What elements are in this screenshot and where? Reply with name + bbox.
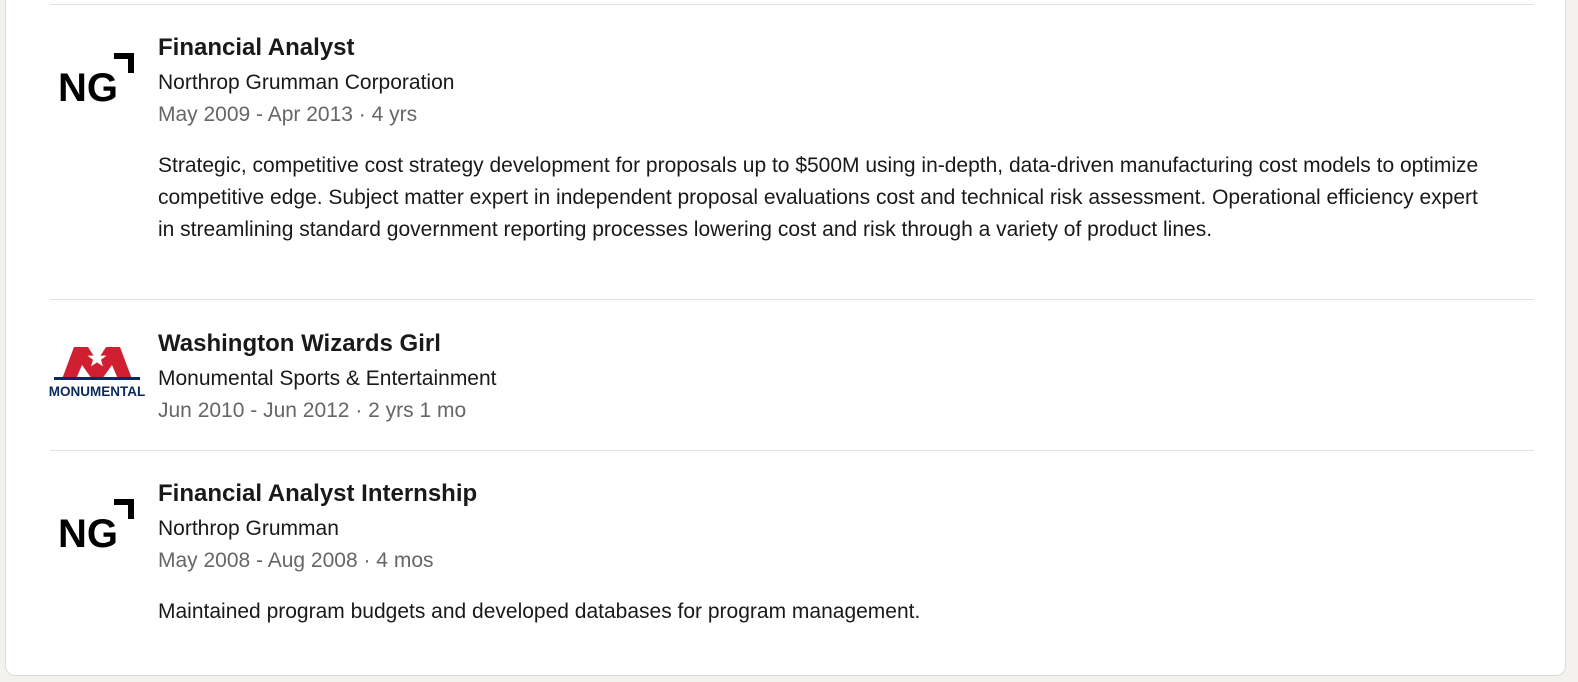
date-range: May 2009 - Apr 2013 · 4 yrs <box>158 103 418 126</box>
date-range: Jun 2010 - Jun 2012 · 2 yrs 1 mo <box>158 399 467 422</box>
job-title[interactable]: Financial Analyst Internship <box>158 479 1498 509</box>
ng-logo-icon: NG <box>58 53 134 110</box>
experience-card: NG Financial Analyst Northrop Grumman Co… <box>5 0 1566 676</box>
company-name: Northrop Grumman Corporation <box>158 71 455 94</box>
northrop-grumman-logo[interactable]: NG <box>48 53 146 113</box>
monumental-logo[interactable]: MONUMENTAL <box>48 343 146 403</box>
ng-logo-icon: NG <box>58 499 134 556</box>
job-description: Maintained program budgets and developed… <box>158 600 921 623</box>
svg-text:NG: NG <box>58 66 118 110</box>
job-title[interactable]: Financial Analyst <box>158 33 1498 63</box>
svg-text:NG: NG <box>58 512 118 556</box>
job-title[interactable]: Washington Wizards Girl <box>158 329 1498 359</box>
divider <box>50 299 1534 300</box>
svg-text:MONUMENTAL: MONUMENTAL <box>49 384 145 399</box>
date-range: May 2008 - Aug 2008 · 4 mos <box>158 549 434 572</box>
divider <box>50 450 1534 451</box>
experience-text: Financial Analyst Internship Northrop Gr… <box>158 479 1498 628</box>
experience-text: Financial Analyst Northrop Grumman Corpo… <box>158 33 1498 246</box>
monumental-logo-icon: MONUMENTAL <box>49 347 145 399</box>
divider <box>50 4 1534 5</box>
job-description: Strategic, competitive cost strategy dev… <box>158 154 1479 241</box>
experience-text: Washington Wizards Girl Monumental Sport… <box>158 329 1498 426</box>
company-name: Monumental Sports & Entertainment <box>158 367 497 390</box>
company-name: Northrop Grumman <box>158 517 339 540</box>
northrop-grumman-logo[interactable]: NG <box>48 499 146 559</box>
